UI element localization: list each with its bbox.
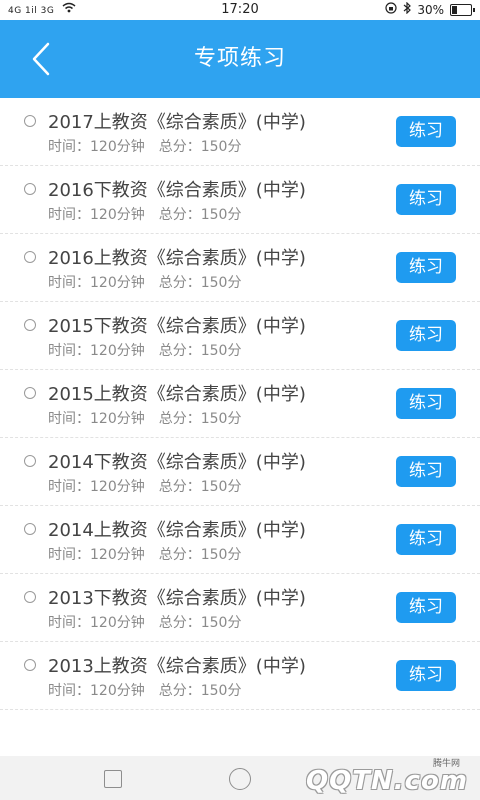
- exam-time: 时间：120分钟: [48, 411, 145, 427]
- exam-title: 2015上教资《综合素质》(中学): [48, 384, 306, 405]
- exam-score: 总分：150分: [158, 275, 242, 291]
- exam-meta: 时间：120分钟 总分：150分: [48, 340, 241, 360]
- exam-meta: 时间：120分钟 总分：150分: [48, 612, 241, 632]
- exam-score: 总分：150分: [158, 547, 242, 563]
- practice-button[interactable]: 练习: [396, 524, 456, 555]
- radio-circle-icon[interactable]: [24, 523, 36, 535]
- exam-title: 2013上教资《综合素质》(中学): [48, 656, 306, 677]
- page-title: 专项练习: [193, 46, 286, 71]
- exam-time: 时间：120分钟: [48, 207, 145, 223]
- exam-title: 2015下教资《综合素质》(中学): [48, 316, 306, 337]
- status-right: 30%: [385, 1, 475, 17]
- radio-circle-icon[interactable]: [24, 319, 36, 331]
- status-bar: 4G 1il 3G 17:20 30%: [0, 0, 480, 20]
- exam-time: 时间：120分钟: [48, 479, 145, 495]
- exam-title: 2017上教资《综合素质》(中学): [48, 112, 306, 133]
- app-header: 专项练习: [0, 20, 480, 98]
- exam-time: 时间：120分钟: [48, 615, 145, 631]
- radio-circle-icon[interactable]: [24, 251, 36, 263]
- exam-title: 2016上教资《综合素质》(中学): [48, 248, 306, 269]
- exam-time: 时间：120分钟: [48, 139, 145, 155]
- watermark-logo-text: QQTN.com: [306, 766, 468, 796]
- exam-time: 时间：120分钟: [48, 683, 145, 699]
- list-item[interactable]: 2015下教资《综合素质》(中学) 时间：120分钟 总分：150分 练习: [0, 302, 480, 370]
- exam-time: 时间：120分钟: [48, 547, 145, 563]
- practice-button[interactable]: 练习: [396, 252, 456, 283]
- exam-title: 2016下教资《综合素质》(中学): [48, 180, 306, 201]
- practice-button[interactable]: 练习: [396, 388, 456, 419]
- exam-time: 时间：120分钟: [48, 275, 145, 291]
- radio-circle-icon[interactable]: [24, 591, 36, 603]
- exam-meta: 时间：120分钟 总分：150分: [48, 136, 241, 156]
- practice-button[interactable]: 练习: [396, 456, 456, 487]
- list-item[interactable]: 2014上教资《综合素质》(中学) 时间：120分钟 总分：150分 练习: [0, 506, 480, 574]
- exam-title: 2014下教资《综合素质》(中学): [48, 452, 306, 473]
- exam-score: 总分：150分: [158, 479, 242, 495]
- exam-score: 总分：150分: [158, 139, 242, 155]
- back-button[interactable]: [22, 38, 62, 80]
- radio-circle-icon[interactable]: [24, 115, 36, 127]
- exam-meta: 时间：120分钟 总分：150分: [48, 680, 241, 700]
- bluetooth-icon: [403, 1, 412, 17]
- practice-button[interactable]: 练习: [396, 320, 456, 351]
- list-item[interactable]: 2016下教资《综合素质》(中学) 时间：120分钟 总分：150分 练习: [0, 166, 480, 234]
- exam-time: 时间：120分钟: [48, 343, 145, 359]
- chevron-left-icon: [32, 42, 50, 76]
- practice-button[interactable]: 练习: [396, 116, 456, 147]
- exam-meta: 时间：120分钟 总分：150分: [48, 204, 241, 224]
- exam-score: 总分：150分: [158, 615, 242, 631]
- practice-button[interactable]: 练习: [396, 660, 456, 691]
- list-item[interactable]: 2013下教资《综合素质》(中学) 时间：120分钟 总分：150分 练习: [0, 574, 480, 642]
- radio-circle-icon[interactable]: [24, 183, 36, 195]
- exam-meta: 时间：120分钟 总分：150分: [48, 408, 241, 428]
- list-item[interactable]: 2014下教资《综合素质》(中学) 时间：120分钟 总分：150分 练习: [0, 438, 480, 506]
- exam-meta: 时间：120分钟 总分：150分: [48, 272, 241, 292]
- exam-score: 总分：150分: [158, 343, 242, 359]
- practice-button[interactable]: 练习: [396, 592, 456, 623]
- battery-percent: 30%: [417, 2, 444, 17]
- list-item[interactable]: 2017上教资《综合素质》(中学) 时间：120分钟 总分：150分 练习: [0, 98, 480, 166]
- exam-meta: 时间：120分钟 总分：150分: [48, 476, 241, 496]
- exam-score: 总分：150分: [158, 207, 242, 223]
- exam-score: 总分：150分: [158, 683, 242, 699]
- radio-circle-icon[interactable]: [24, 387, 36, 399]
- exam-list: 2017上教资《综合素质》(中学) 时间：120分钟 总分：150分 练习 2016下教…: [0, 98, 480, 710]
- rotation-lock-icon: [385, 2, 397, 17]
- radio-circle-icon[interactable]: [24, 659, 36, 671]
- list-item[interactable]: 2016上教资《综合素质》(中学) 时间：120分钟 总分：150分 练习: [0, 234, 480, 302]
- battery-icon: [450, 3, 475, 16]
- radio-circle-icon[interactable]: [24, 455, 36, 467]
- exam-score: 总分：150分: [158, 411, 242, 427]
- exam-title: 2014上教资《综合素质》(中学): [48, 520, 306, 541]
- exam-meta: 时间：120分钟 总分：150分: [48, 544, 241, 564]
- home-button[interactable]: [229, 768, 251, 790]
- practice-button[interactable]: 练习: [396, 184, 456, 215]
- list-item[interactable]: 2013上教资《综合素质》(中学) 时间：120分钟 总分：150分 练习: [0, 642, 480, 710]
- list-item[interactable]: 2015上教资《综合素质》(中学) 时间：120分钟 总分：150分 练习: [0, 370, 480, 438]
- recent-apps-button[interactable]: [104, 770, 122, 788]
- exam-title: 2013下教资《综合素质》(中学): [48, 588, 306, 609]
- watermark-logo: 腾牛网 QQTN.com: [274, 754, 474, 800]
